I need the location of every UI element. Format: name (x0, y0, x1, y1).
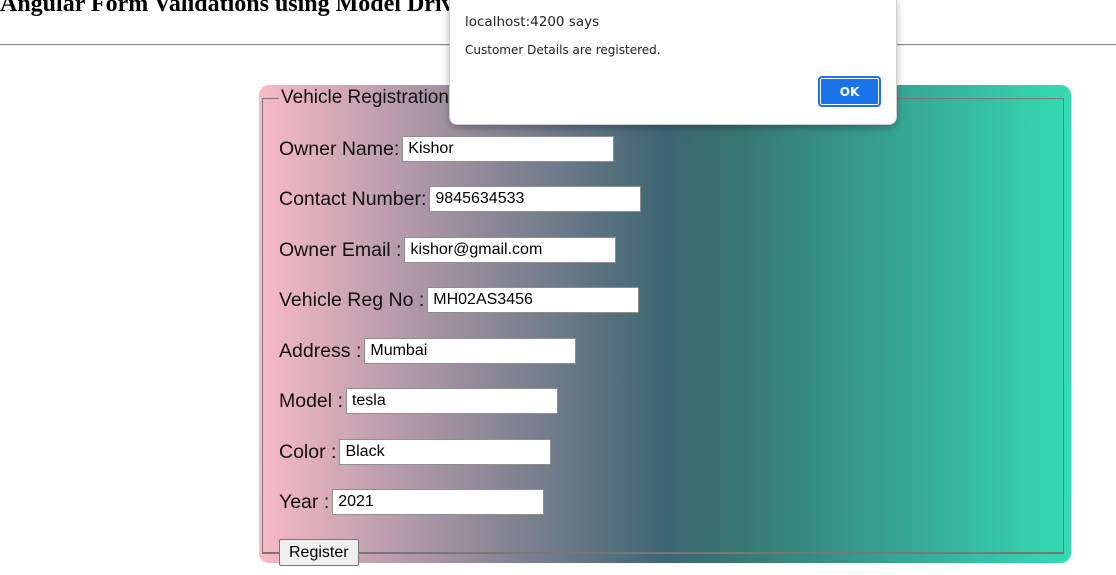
color-row: Color : (279, 439, 552, 465)
year-row: Year : (279, 489, 545, 515)
form-legend: Vehicle Registration (281, 87, 449, 108)
alert-dialog: localhost:4200 says Customer Details are… (449, 0, 897, 125)
owner-email-label: Owner Email : (279, 238, 402, 261)
owner-name-row: Owner Name: (279, 136, 615, 162)
address-row: Address : (279, 338, 577, 364)
vehicle-reg-no-input[interactable] (427, 287, 640, 313)
owner-name-label: Owner Name: (279, 137, 400, 160)
model-row: Model : (279, 388, 558, 414)
vehicle-reg-no-label: Vehicle Reg No : (279, 288, 425, 311)
alert-message-text: Customer Details are registered. (465, 43, 661, 57)
contact-number-input[interactable] (429, 186, 642, 212)
owner-email-input[interactable] (404, 237, 617, 263)
registration-card: Vehicle Registration Owner Name: Contact… (259, 85, 1071, 566)
owner-name-input[interactable] (402, 136, 615, 162)
contact-number-label: Contact Number: (279, 187, 427, 210)
color-label: Color : (279, 440, 337, 463)
address-label: Address : (279, 339, 362, 362)
alert-origin-text: localhost:4200 says (465, 14, 600, 30)
year-label: Year : (279, 490, 330, 513)
contact-number-row: Contact Number: (279, 186, 642, 212)
owner-email-row: Owner Email : (279, 237, 617, 263)
alert-ok-button[interactable]: OK (818, 76, 881, 107)
model-label: Model : (279, 389, 343, 412)
address-input[interactable] (364, 338, 577, 364)
vehicle-reg-no-row: Vehicle Reg No : (279, 287, 640, 313)
year-input[interactable] (332, 489, 545, 515)
color-input[interactable] (339, 439, 552, 465)
registration-fieldset: Vehicle Registration Owner Name: Contact… (262, 87, 1064, 566)
register-button[interactable]: Register (279, 539, 359, 566)
model-input[interactable] (345, 388, 558, 414)
